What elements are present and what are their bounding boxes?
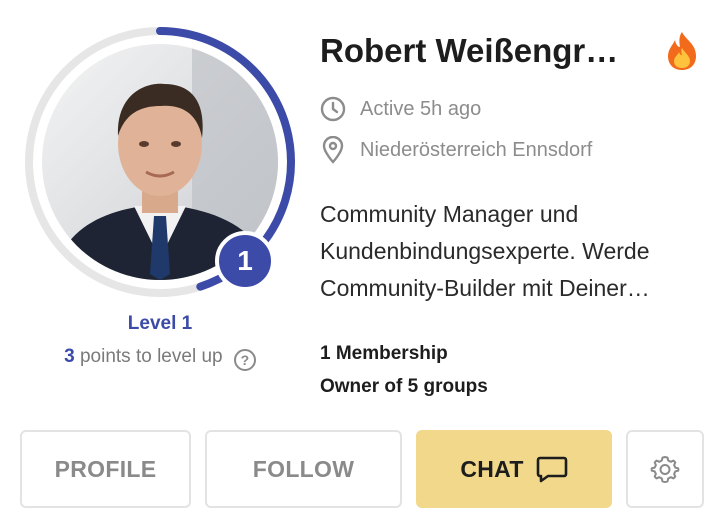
profile-button[interactable]: PROFILE <box>20 430 191 508</box>
points-text: points to level up <box>79 346 223 367</box>
fire-icon <box>668 32 696 70</box>
follow-button[interactable]: FOLLOW <box>205 430 402 508</box>
membership-count: 1 Membership <box>320 343 448 364</box>
bio-line: Community-Builder mit Deiner… <box>320 275 650 301</box>
question-circle-icon[interactable]: ? <box>233 349 256 371</box>
owned-groups-count: Owner of 5 groups <box>320 376 488 397</box>
avatar-container: 1 <box>22 24 298 300</box>
profile-bio: Community Manager und Kundenbindungsexpe… <box>320 196 700 307</box>
level-label: Level 1 <box>127 313 193 334</box>
chat-bubble-icon <box>536 456 567 483</box>
gear-icon <box>650 456 680 483</box>
level-badge: 1 <box>215 231 275 291</box>
settings-button[interactable] <box>626 430 704 508</box>
active-text: Active 5h ago <box>360 97 482 120</box>
location: Niederösterreich Ennsdorf <box>320 136 592 164</box>
points-number: 3 <box>64 346 75 367</box>
location-pin-icon <box>322 136 344 164</box>
location-text: Niederösterreich Ennsdorf <box>360 138 593 161</box>
chat-button[interactable]: CHAT <box>416 430 612 508</box>
bio-line: Kundenbindungsexperte. Werde <box>320 238 650 264</box>
active-status: Active 5h ago <box>320 96 481 122</box>
points-to-level-up: 3 points to level up ? <box>0 346 320 371</box>
clock-icon <box>320 96 346 122</box>
profile-name: Robert Weißengr… <box>320 32 619 69</box>
bio-line: Community Manager und <box>320 201 579 227</box>
chat-button-label: CHAT <box>460 455 524 482</box>
